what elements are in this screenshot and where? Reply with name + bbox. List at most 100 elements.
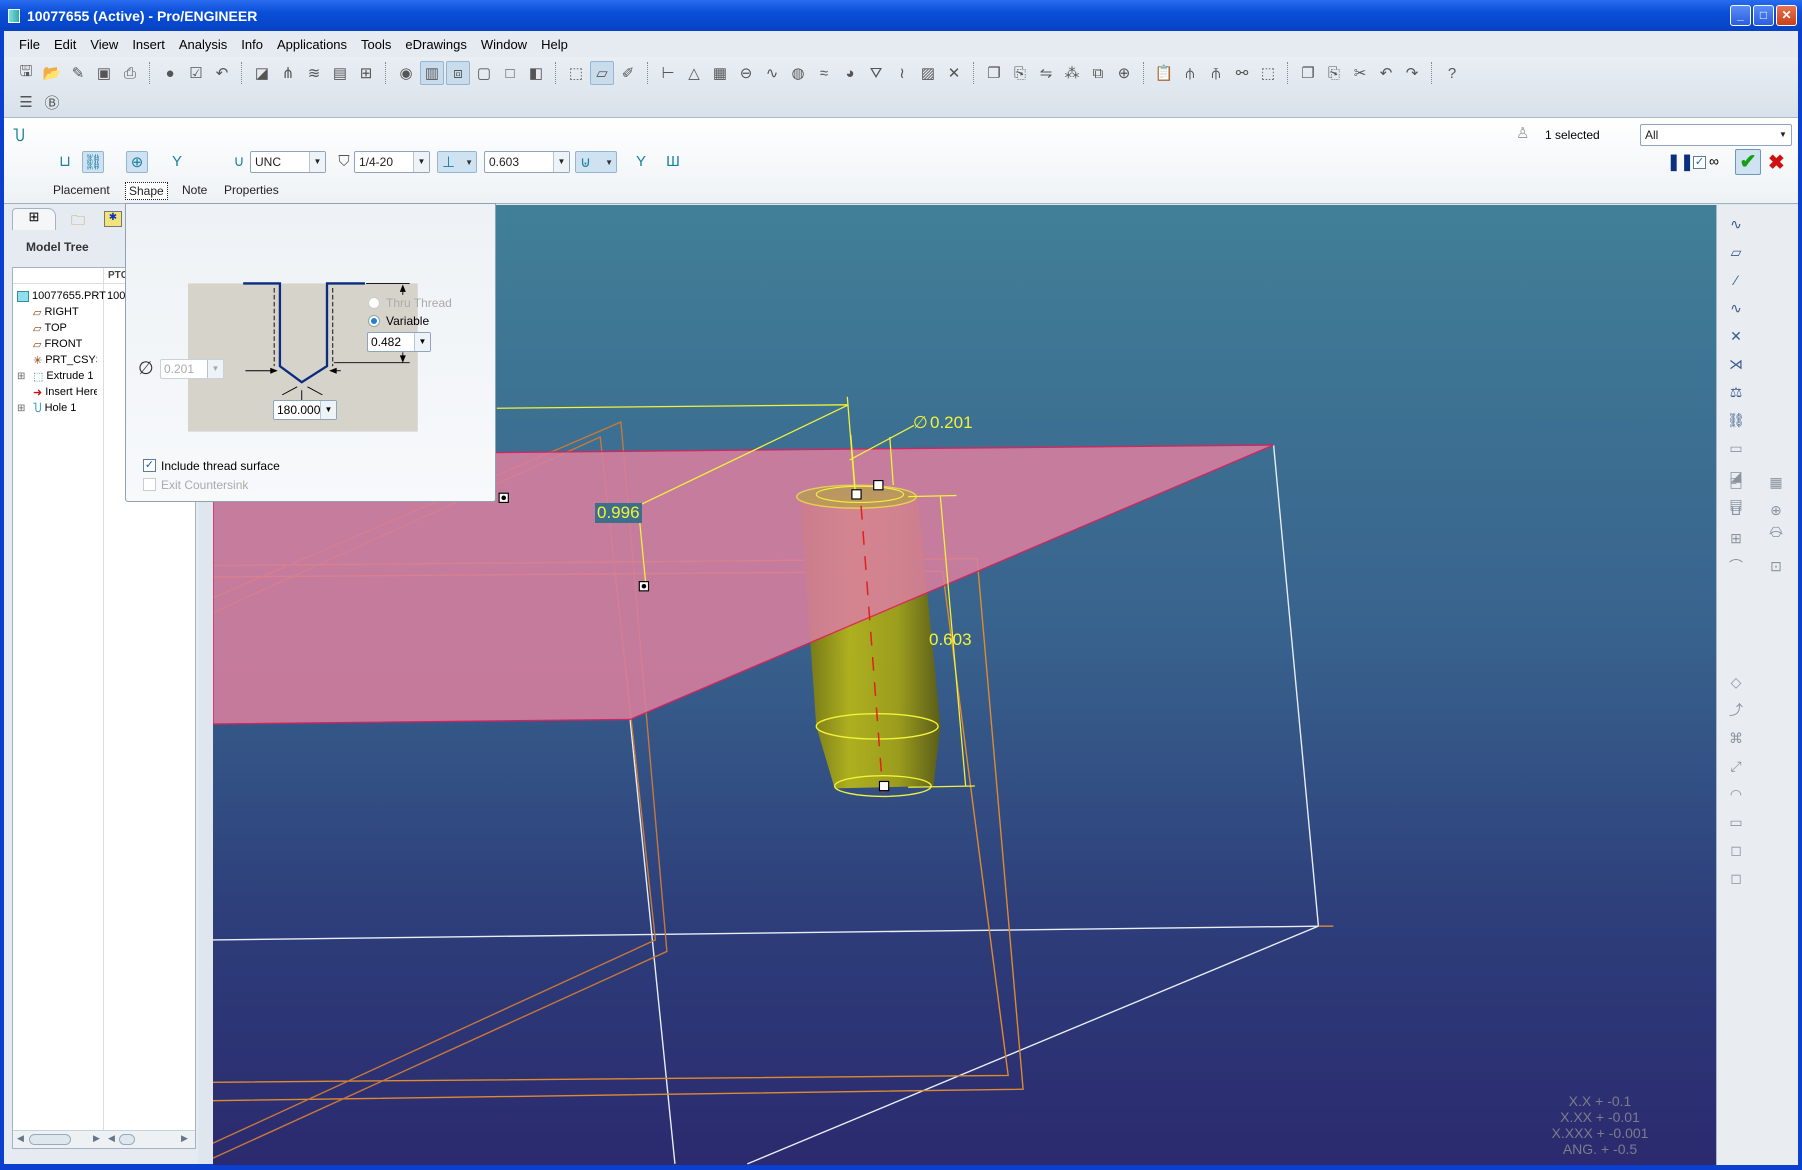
tree-item[interactable]: ▱ RIGHT <box>33 304 79 320</box>
extend-tool-icon[interactable]: ⌒ <box>1765 527 1787 549</box>
style-tool-icon[interactable]: ◻ <box>1725 839 1747 861</box>
depth-option-button[interactable]: ⊥ ▼ <box>437 151 477 173</box>
preview-glasses-icon[interactable]: ∞ <box>1709 153 1719 169</box>
menu-tools[interactable]: Tools <box>354 37 398 52</box>
clipboard-icon[interactable]: 📋 <box>1152 61 1176 85</box>
menu-file[interactable]: File <box>12 37 47 52</box>
draft-tool-icon[interactable]: ◰ <box>1725 471 1747 493</box>
tab-shape[interactable]: Shape <box>125 182 168 200</box>
close-button[interactable]: ✕ <box>1776 5 1797 26</box>
tree-item[interactable]: ⊞ Ⴎ Hole 1 <box>17 400 76 416</box>
page-setup-icon[interactable]: ▣ <box>92 61 116 85</box>
expand-icon[interactable]: ⊞ <box>17 403 25 414</box>
favorites-tab[interactable]: ✱ <box>104 211 122 227</box>
datum-points-icon[interactable]: ⋔ <box>276 61 300 85</box>
plane-icon[interactable]: △ <box>682 61 706 85</box>
branch-icon[interactable]: ⫚ <box>1204 61 1228 85</box>
menu-window[interactable]: Window <box>474 37 534 52</box>
bem-icon[interactable]: Ⓑ <box>40 90 64 114</box>
wireframe-icon[interactable]: ⧈ <box>446 61 470 85</box>
scroll-thumb[interactable] <box>29 1134 71 1145</box>
group-icon[interactable]: ⧉ <box>1086 61 1110 85</box>
binoculars-icon[interactable]: ⚯ <box>1230 61 1254 85</box>
paste-icon[interactable]: ⎘ <box>1008 61 1032 85</box>
screw-size-select[interactable]: 1/4-20 ▼ <box>354 151 430 173</box>
scroll-right-icon[interactable]: ▶ <box>93 1133 100 1144</box>
analysis-icon[interactable]: ⚖ <box>1725 381 1747 403</box>
menu-edrawings[interactable]: eDrawings <box>398 37 473 52</box>
surface-icon[interactable]: ◍ <box>786 61 810 85</box>
trim-tool-icon[interactable]: ⊞ <box>1725 527 1747 549</box>
thru-thread-radio[interactable] <box>368 297 380 309</box>
thicken-tool-icon[interactable]: ⊡ <box>1765 555 1787 577</box>
curve-icon[interactable]: ∿ <box>760 61 784 85</box>
paste2-icon[interactable]: ⎘ <box>1322 61 1346 85</box>
add-countersink-icon[interactable]: Y <box>630 151 652 173</box>
tree-item[interactable]: ▱ TOP <box>33 320 67 336</box>
diameter-dimension[interactable]: 0.201 <box>930 413 973 433</box>
undo-icon[interactable]: ↶ <box>210 61 234 85</box>
scroll-right-icon[interactable]: ▶ <box>181 1133 188 1144</box>
datum-curve-icon[interactable]: ∿ <box>1725 297 1747 319</box>
assembly-icon[interactable]: ⊞ <box>354 61 378 85</box>
depth-value-input[interactable]: 0.603 ▼ <box>484 151 570 173</box>
tree-item[interactable]: ⊞ ⬚ Extrude 1 <box>17 368 94 384</box>
erase-icon[interactable]: ✎ <box>66 61 90 85</box>
thread-standard-select[interactable]: UNC ▼ <box>250 151 326 173</box>
appearance-icon[interactable]: ◕ <box>838 61 862 85</box>
solidify-tool-icon[interactable]: ◇ <box>1725 671 1747 693</box>
datum-axis-icon[interactable]: ⁄ <box>1725 269 1747 291</box>
measure-icon[interactable]: ⊢ <box>656 61 680 85</box>
scroll-thumb[interactable] <box>119 1134 135 1145</box>
apply-button[interactable]: ✔ <box>1735 149 1761 175</box>
delete-icon[interactable]: ✕ <box>942 61 966 85</box>
simple-hole-icon[interactable]: ⊔ <box>54 151 76 173</box>
tree-item[interactable]: ✳PRT_CSYS <box>33 352 97 368</box>
merge-tool-icon[interactable]: ⊕ <box>1765 499 1787 521</box>
tree-item[interactable]: ➜ Insert Here <box>33 384 97 400</box>
open-icon[interactable]: 📂 <box>40 61 64 85</box>
spin-center-icon[interactable]: ◉ <box>394 61 418 85</box>
copy2-icon[interactable]: ❐ <box>1296 61 1320 85</box>
split-icon[interactable]: ⫛ <box>1178 61 1202 85</box>
tab-note[interactable]: Note <box>179 182 210 198</box>
merge-icon[interactable]: ⊕ <box>1112 61 1136 85</box>
thread-depth-input[interactable]: 0.482 ▼ <box>367 332 431 352</box>
annotation-icon[interactable]: ⛓ <box>1725 409 1747 431</box>
tree-root[interactable]: 10077655.PRT 10077 <box>17 288 138 304</box>
note-tool-icon[interactable]: ◻ <box>1725 867 1747 889</box>
maximize-button[interactable]: □ <box>1753 5 1774 26</box>
folder-browser-tab[interactable]: 🗀 <box>60 210 96 230</box>
axis-icon[interactable]: ⊖ <box>734 61 758 85</box>
rotate-tool-icon[interactable]: ⤢ <box>1725 755 1747 777</box>
hole-tool-icon[interactable]: ▭ <box>1725 437 1747 459</box>
copy-icon[interactable]: ❐ <box>982 61 1006 85</box>
tree-horizontal-scrollbar[interactable]: ◀ ▶ ◀ ▶ <box>13 1130 195 1148</box>
blend-tool-icon[interactable]: ⌘ <box>1725 727 1747 749</box>
tab-placement[interactable]: Placement <box>50 182 113 198</box>
box-select-icon[interactable]: ⬚ <box>1256 61 1280 85</box>
pause-button[interactable]: ❚❚ <box>1667 152 1694 172</box>
table-icon[interactable]: ▤ <box>328 61 352 85</box>
hatch-icon[interactable]: ▨ <box>916 61 940 85</box>
shaded-icon[interactable]: ◧ <box>524 61 548 85</box>
no-hidden-icon[interactable]: □ <box>498 61 522 85</box>
model-display-icon[interactable]: ◪ <box>250 61 274 85</box>
grid-icon[interactable]: ▦ <box>708 61 732 85</box>
tapped-icon[interactable]: ⊕ <box>126 151 148 173</box>
wave-icon[interactable]: ≈ <box>812 61 836 85</box>
flex-tool-icon[interactable]: ▭ <box>1725 811 1747 833</box>
expand-icon[interactable]: ⊞ <box>17 371 25 382</box>
shade-sphere-icon[interactable]: ● <box>158 61 182 85</box>
exit-countersink-checkbox[interactable] <box>143 478 156 491</box>
cancel-button[interactable]: ✖ <box>1768 150 1785 175</box>
mirror-tool-icon[interactable]: ⊔ <box>1725 499 1747 521</box>
scroll-left-icon[interactable]: ◀ <box>17 1133 24 1144</box>
drill-to-button[interactable]: ⊍ ▼ <box>575 151 617 173</box>
angle-input[interactable]: 180.000 ▼ <box>273 400 337 420</box>
diameter-input[interactable]: 0.201 ▼ <box>160 359 224 379</box>
warp-tool-icon[interactable]: ◠ <box>1725 783 1747 805</box>
redo-icon[interactable]: ↷ <box>1400 61 1424 85</box>
standard-hole-icon[interactable]: ⛓ <box>82 151 104 173</box>
datum-point-icon[interactable]: ✕ <box>1725 325 1747 347</box>
